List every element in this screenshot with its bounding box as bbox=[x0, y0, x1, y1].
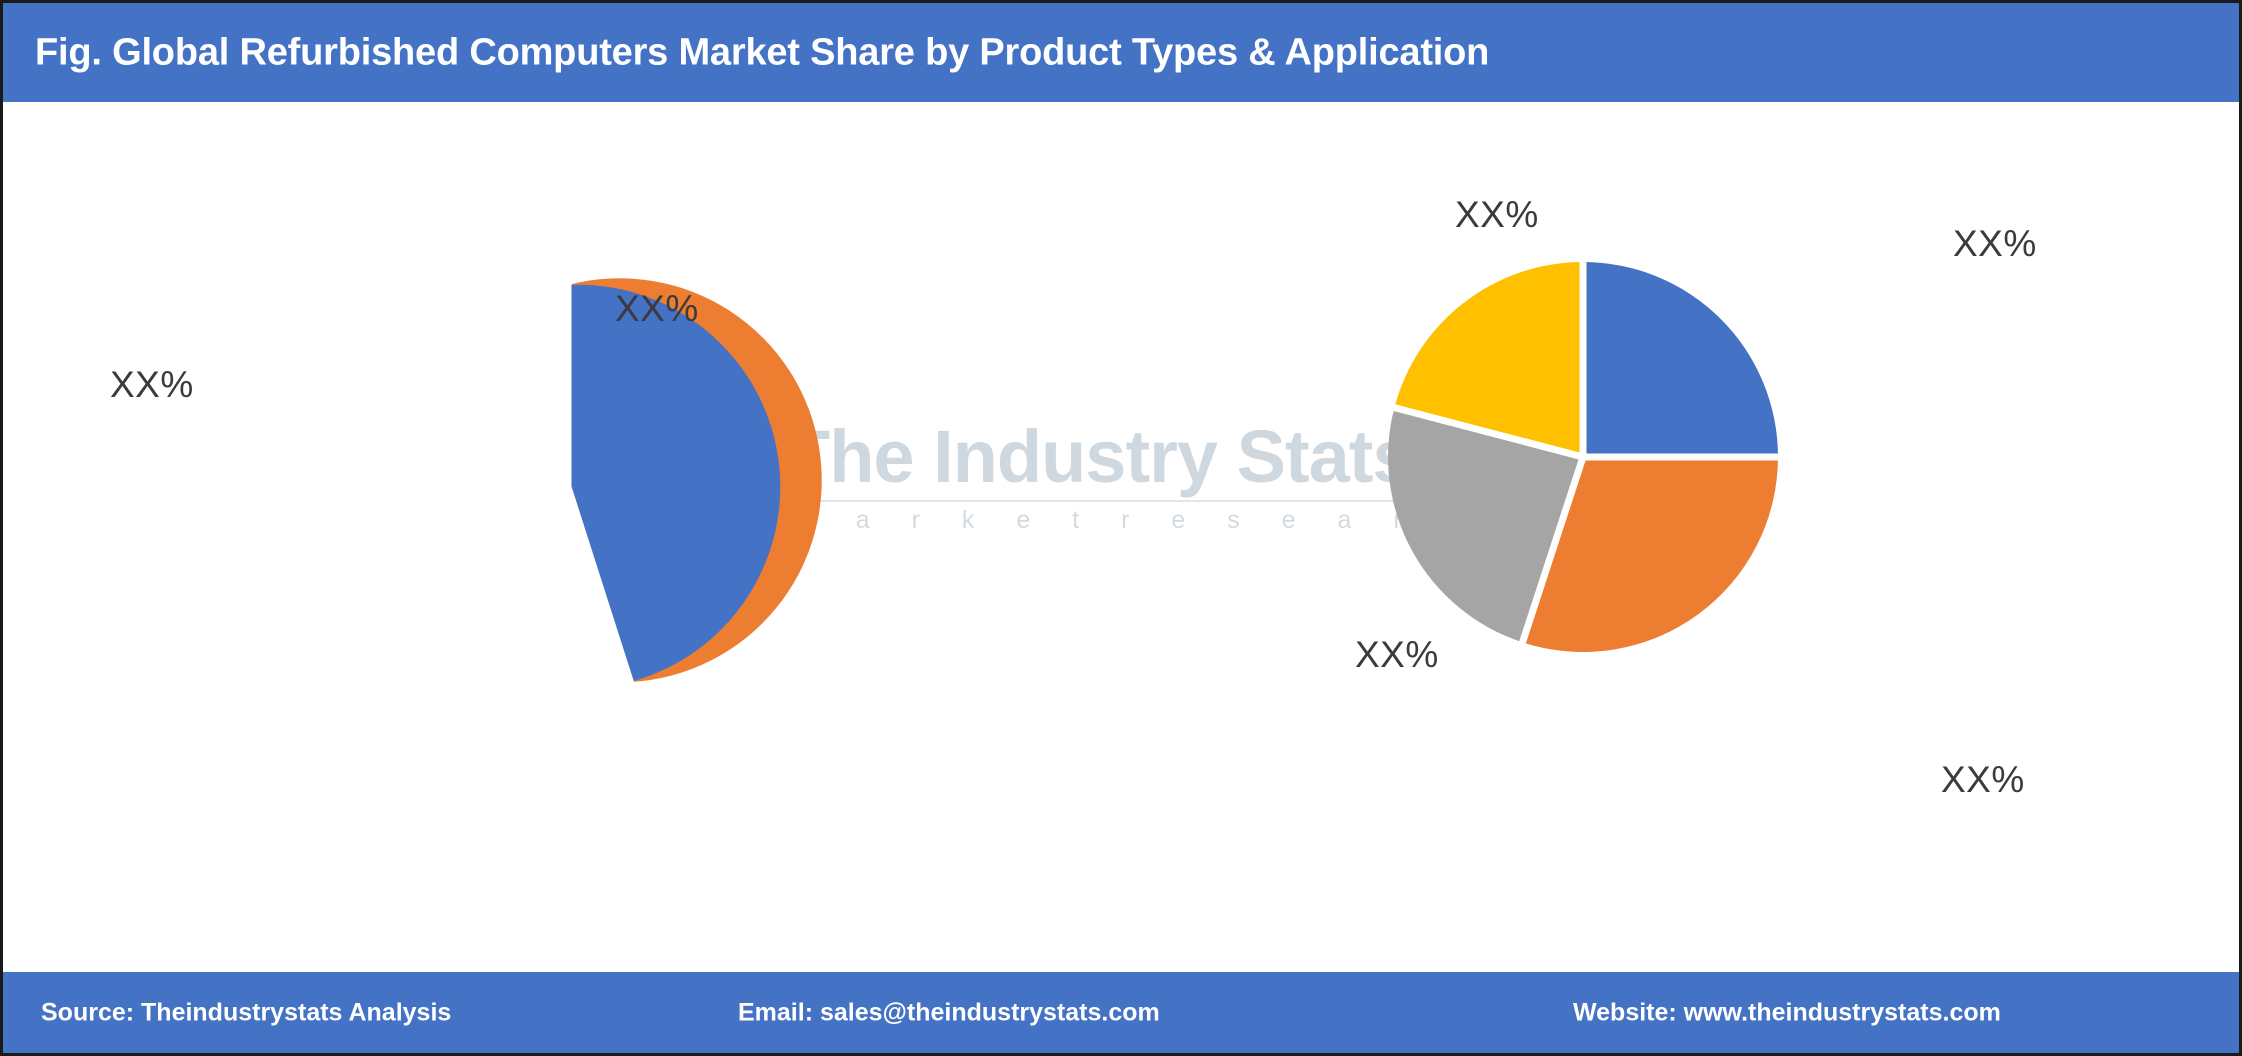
footer-band: Source: Theindustrystats Analysis Email:… bbox=[3, 972, 2239, 1053]
pie-label-laptop-computers: XX% bbox=[110, 364, 194, 405]
page-title: Fig. Global Refurbished Computers Market… bbox=[35, 31, 1490, 73]
pie-label-enterprises: XX% bbox=[1953, 223, 2037, 264]
header-band: Fig. Global Refurbished Computers Market… bbox=[3, 3, 2239, 102]
pie-label-educational-institute: XX% bbox=[1355, 634, 1439, 675]
footer-source: Source: Theindustrystats Analysis bbox=[41, 998, 452, 1026]
figure-container: Fig. Global Refurbished Computers Market… bbox=[0, 0, 2242, 1056]
pie-label-personal: XX% bbox=[1455, 194, 1539, 235]
pie-chart-product-types bbox=[564, 278, 822, 686]
pie-label-desktop-computers: XX% bbox=[615, 288, 699, 329]
footer-email[interactable]: Email: sales@theindustrystats.com bbox=[738, 998, 1160, 1027]
pie-slice-enterprises[interactable] bbox=[1583, 262, 1778, 457]
chart-plot-area: The Industry Stats m a r k e t r e s e a… bbox=[3, 102, 2239, 1047]
pie-label-government: XX% bbox=[1941, 759, 2025, 800]
footer-website[interactable]: Website: www.theindustrystats.com bbox=[1573, 998, 2001, 1027]
